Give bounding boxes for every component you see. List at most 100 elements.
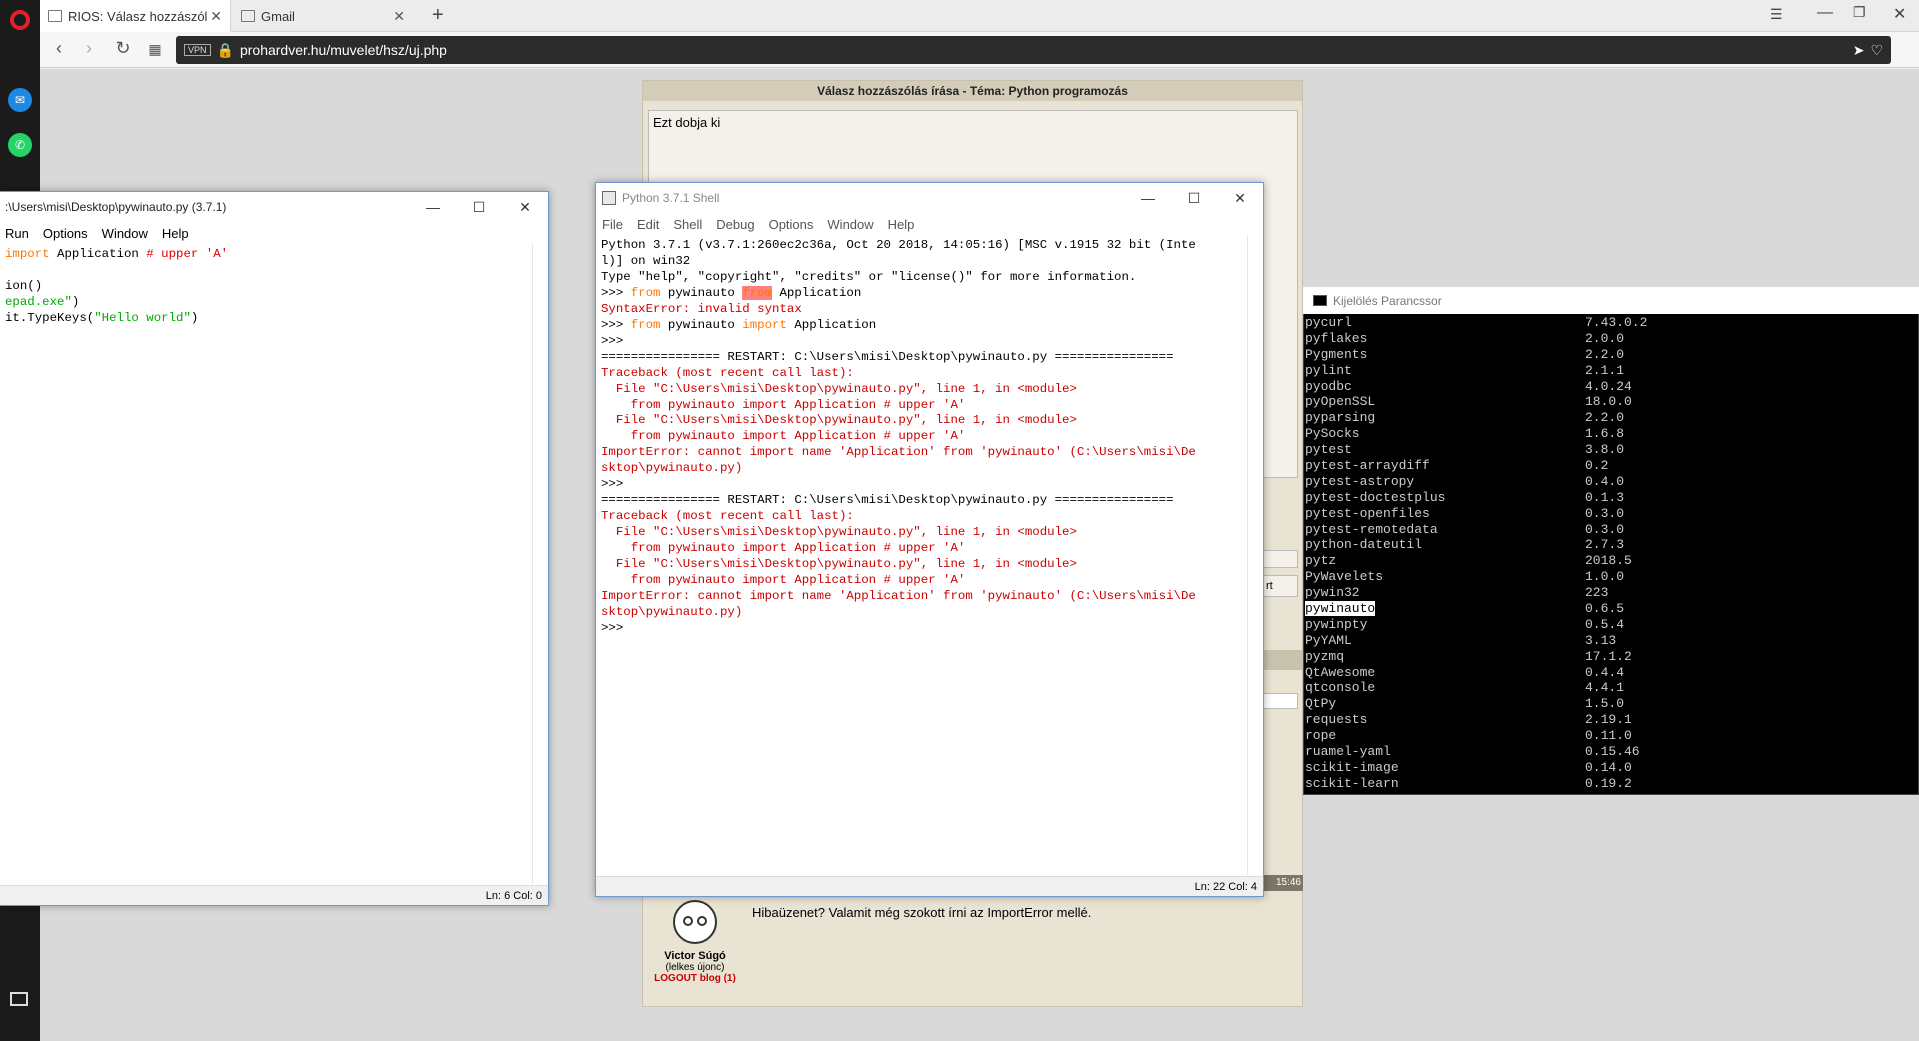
package-name: rope — [1305, 728, 1337, 744]
post-text: Hibaüzenet? Valamit még szokott írni az … — [752, 905, 1092, 920]
package-version: 0.5.4 — [1585, 616, 1625, 632]
package-name: pywin32 — [1305, 585, 1360, 601]
package-row: rope 0.11.0 — [1305, 728, 1917, 744]
editor-scrollbar[interactable] — [532, 244, 546, 884]
menu-help[interactable]: Help — [162, 226, 189, 241]
package-name: scikit-image — [1305, 759, 1399, 775]
restore-icon[interactable]: ❐ — [1853, 4, 1866, 21]
editor-menubar: Run Options Window Help — [0, 222, 548, 244]
opera-logo-icon[interactable] — [10, 10, 30, 30]
url-field[interactable]: VPN 🔒 prohardver.hu/muvelet/hsz/uj.php ➤… — [176, 36, 1891, 64]
close-icon[interactable]: ✕ — [1217, 183, 1263, 213]
package-version: 2.19.1 — [1585, 712, 1632, 728]
heart-icon[interactable]: ♡ — [1870, 42, 1883, 59]
menu-window[interactable]: Window — [827, 217, 873, 232]
menu-help[interactable]: Help — [888, 217, 915, 232]
menu-run[interactable]: Run — [5, 226, 29, 241]
speed-dial-icon[interactable]: ▦ — [144, 41, 166, 58]
shell-line: ImportError: cannot import name 'Applica… — [601, 588, 1196, 603]
menu-shell[interactable]: Shell — [673, 217, 702, 232]
package-row: pywin32 223 — [1305, 585, 1917, 601]
package-version: 0.19.2 — [1585, 775, 1632, 791]
package-row: QtAwesome 0.4.4 — [1305, 665, 1917, 681]
shell-line: File "C:\Users\misi\Desktop\pywinauto.py… — [601, 557, 1077, 572]
shell-line: from pywinauto import Application # uppe… — [601, 541, 966, 556]
back-icon[interactable]: ‹ — [48, 38, 70, 59]
maximize-icon[interactable]: ☐ — [456, 192, 502, 222]
package-row: PyWavelets 1.0.0 — [1305, 569, 1917, 585]
package-version: 0.15.46 — [1585, 744, 1640, 760]
tab-label: Gmail — [261, 8, 295, 24]
menu-window[interactable]: Window — [102, 226, 148, 241]
menu-debug[interactable]: Debug — [716, 217, 754, 232]
vpn-badge[interactable]: VPN — [184, 44, 211, 56]
package-name: pytest-doctestplus — [1305, 489, 1446, 505]
shell-title: Python 3.7.1 Shell — [622, 191, 720, 205]
send-icon[interactable]: ➤ — [1853, 42, 1865, 59]
form-button[interactable]: rt — [1263, 575, 1298, 597]
minimize-icon[interactable]: — — [1817, 4, 1833, 22]
package-row: pytest-doctestplus 0.1.3 — [1305, 490, 1917, 506]
package-list[interactable]: pycurl 7.43.0.2 pyflakes 2.0.0 Pygments 2.2.0… — [1305, 315, 1917, 793]
author-name[interactable]: Victor Súgó — [645, 950, 745, 962]
shell-line: from pywinauto import Application # uppe… — [601, 397, 966, 412]
close-tab-icon[interactable]: ✕ — [210, 8, 222, 25]
close-icon[interactable]: ✕ — [502, 192, 548, 222]
package-version: 7.43.0.2 — [1585, 315, 1648, 330]
package-row: pytest-remotedata 0.3.0 — [1305, 522, 1917, 538]
package-name: pytest-openfiles — [1305, 505, 1430, 521]
package-name: pytz — [1305, 553, 1337, 569]
close-tab-icon[interactable]: ✕ — [393, 8, 405, 25]
package-version: 0.4.4 — [1585, 664, 1625, 680]
panel-title: Válasz hozzászólás írása - Téma: Python … — [643, 81, 1302, 101]
package-version: 0.6.5 — [1585, 601, 1625, 617]
reload-icon[interactable]: ↻ — [112, 38, 134, 59]
menu-file[interactable]: File — [602, 217, 623, 232]
package-name: QtPy — [1305, 696, 1337, 712]
minimize-icon[interactable]: — — [1125, 183, 1171, 213]
tab-bar: RIOS: Válasz hozzászólás ír ✕ Gmail ✕ + … — [40, 0, 1919, 32]
tab-gmail[interactable]: Gmail ✕ — [233, 0, 413, 32]
package-name: scikit-learn — [1305, 775, 1399, 791]
whatsapp-icon[interactable]: ✆ — [8, 133, 32, 157]
shell-output[interactable]: Python 3.7.1 (v3.7.1:260ec2c36a, Oct 20 … — [596, 235, 1236, 637]
menu-edit[interactable]: Edit — [637, 217, 659, 232]
new-tab-icon[interactable]: + — [432, 4, 444, 27]
package-row: scikit-image 0.14.0 — [1305, 760, 1917, 776]
shell-line: Traceback (most recent call last): — [601, 365, 854, 380]
minimize-icon[interactable]: — — [410, 192, 456, 222]
messenger-icon[interactable]: ✉ — [8, 88, 32, 112]
menu-options[interactable]: Options — [769, 217, 814, 232]
url-text: prohardver.hu/muvelet/hsz/uj.php — [239, 42, 447, 58]
package-name: pyflakes — [1305, 330, 1368, 346]
menu-options[interactable]: Options — [43, 226, 88, 241]
page-favicon-icon — [48, 10, 62, 22]
shell-line: SyntaxError: invalid syntax — [601, 301, 802, 316]
package-name: pytest-astropy — [1305, 473, 1415, 489]
package-row: PySocks 1.6.8 — [1305, 426, 1917, 442]
author-blog-link[interactable]: LOGOUT blog (1) — [645, 973, 745, 984]
package-version: 1.5.0 — [1585, 696, 1625, 712]
editor-code[interactable]: import Application # upper 'A' ion() epa… — [0, 244, 548, 327]
form-field[interactable] — [1263, 550, 1298, 568]
package-name: PyWavelets — [1305, 569, 1384, 585]
form-field[interactable] — [1263, 693, 1298, 709]
package-name: pytest-arraydiff — [1305, 458, 1430, 474]
forward-icon[interactable]: › — [78, 38, 100, 59]
package-row: pylint 2.1.1 — [1305, 363, 1917, 379]
shell-line: ImportError: cannot import name 'Applica… — [601, 445, 1196, 460]
tab-menu-icon[interactable]: ☰ — [1770, 6, 1783, 23]
shell-scrollbar[interactable] — [1247, 235, 1261, 875]
package-name: pywinauto — [1305, 601, 1376, 617]
form-bar — [1263, 650, 1303, 670]
package-version: 0.14.0 — [1585, 759, 1632, 775]
post-author: Victor Súgó (lelkes újonc) LOGOUT blog (… — [645, 900, 745, 984]
sidebar-toggle-icon[interactable] — [10, 992, 28, 1006]
tab-rios[interactable]: RIOS: Válasz hozzászólás ír ✕ — [40, 0, 231, 32]
avatar — [673, 900, 717, 944]
package-row: QtPy 1.5.0 — [1305, 696, 1917, 712]
shell-line: ================ RESTART: C:\Users\misi\… — [601, 349, 1174, 364]
package-version: 1.6.8 — [1585, 426, 1625, 442]
maximize-icon[interactable]: ☐ — [1171, 183, 1217, 213]
close-window-icon[interactable]: ✕ — [1893, 4, 1906, 24]
